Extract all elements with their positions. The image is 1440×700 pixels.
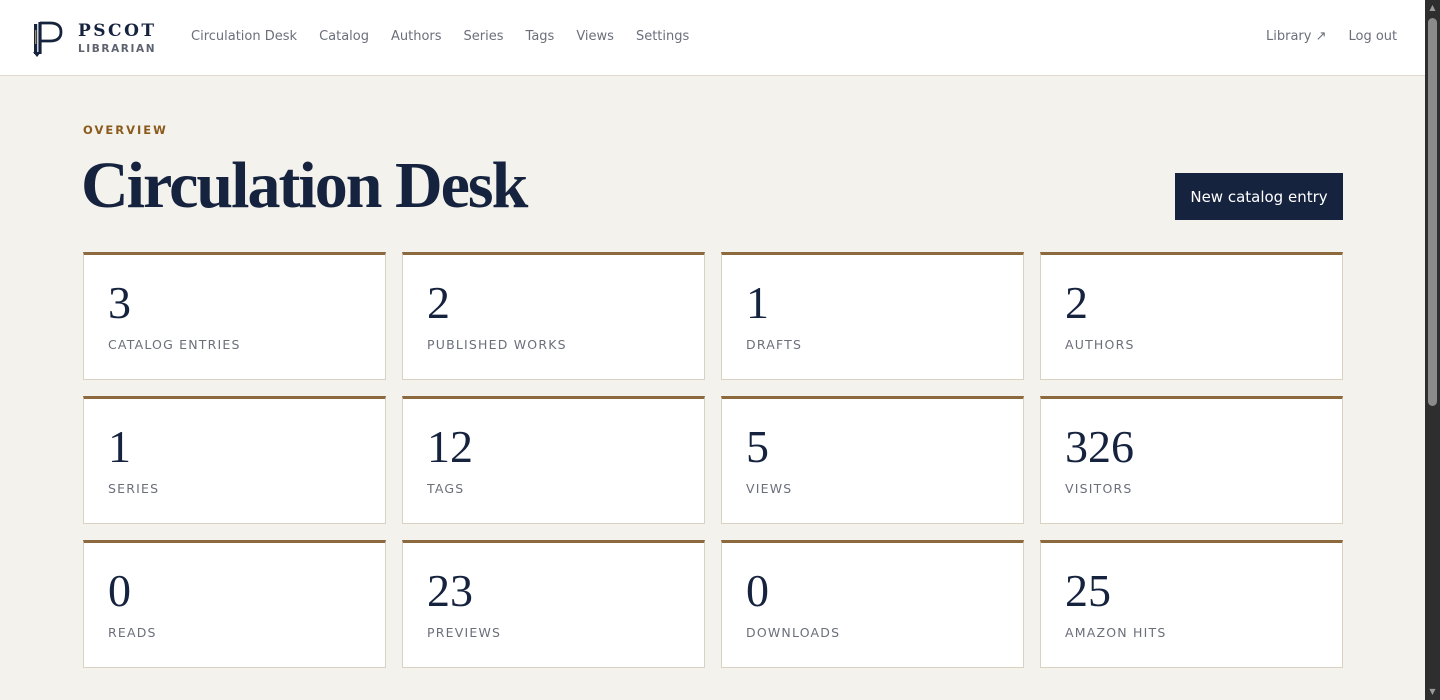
stat-label: DOWNLOADS xyxy=(746,625,841,640)
brand-subtitle: LIBRARIAN xyxy=(78,42,157,55)
stat-value: 326 xyxy=(1065,421,1134,472)
stat-label: PUBLISHED WORKS xyxy=(427,337,567,352)
page-title: Circulation Desk xyxy=(81,149,528,222)
stat-card-reads: 0 READS xyxy=(83,540,386,668)
stat-card-views: 5 VIEWS xyxy=(721,396,1024,524)
top-nav-bar: PSCOT LIBRARIAN Circulation Desk Catalog… xyxy=(0,0,1425,76)
nav-item-views[interactable]: Views xyxy=(576,28,614,46)
brand-name: PSCOT xyxy=(78,20,157,41)
stat-label: TAGS xyxy=(427,481,465,496)
stat-label: VIEWS xyxy=(746,481,793,496)
stat-value: 0 xyxy=(746,565,769,616)
logout-link[interactable]: Log out xyxy=(1348,28,1397,46)
stat-value: 12 xyxy=(427,421,473,472)
scrollbar-thumb[interactable] xyxy=(1428,18,1437,406)
stat-label: AUTHORS xyxy=(1065,337,1135,352)
nav-item-settings[interactable]: Settings xyxy=(636,28,689,46)
stat-value: 2 xyxy=(1065,277,1088,328)
nav-item-circulation-desk[interactable]: Circulation Desk xyxy=(191,28,297,46)
stat-card-series: 1 SERIES xyxy=(83,396,386,524)
stat-card-catalog-entries: 3 CATALOG ENTRIES xyxy=(83,252,386,380)
pen-nib-p-logo-icon xyxy=(33,21,63,57)
library-link[interactable]: Library ↗ xyxy=(1266,28,1326,46)
stat-value: 2 xyxy=(427,277,450,328)
scroll-down-arrow-icon[interactable]: ▼ xyxy=(1428,687,1437,697)
nav-item-tags[interactable]: Tags xyxy=(526,28,555,46)
page: PSCOT LIBRARIAN Circulation Desk Catalog… xyxy=(0,0,1440,700)
page-scrollbar[interactable]: ▲ ▼ xyxy=(1425,0,1440,700)
stat-label: PREVIEWS xyxy=(427,625,502,640)
account-nav: Library ↗ Log out xyxy=(1266,28,1397,46)
stat-label: SERIES xyxy=(108,481,160,496)
stat-card-published-works: 2 PUBLISHED WORKS xyxy=(402,252,705,380)
scroll-up-arrow-icon[interactable]: ▲ xyxy=(1428,3,1437,13)
stat-label: AMAZON HITS xyxy=(1065,625,1167,640)
stat-value: 1 xyxy=(746,277,769,328)
nav-item-series[interactable]: Series xyxy=(464,28,504,46)
stat-label: READS xyxy=(108,625,157,640)
brand[interactable]: PSCOT LIBRARIAN xyxy=(30,18,157,58)
stat-value: 3 xyxy=(108,277,131,328)
stat-label: CATALOG ENTRIES xyxy=(108,337,241,352)
stat-value: 5 xyxy=(746,421,769,472)
new-catalog-entry-button[interactable]: New catalog entry xyxy=(1175,173,1343,220)
stat-value: 1 xyxy=(108,421,131,472)
stat-label: VISITORS xyxy=(1065,481,1133,496)
stat-card-visitors: 326 VISITORS xyxy=(1040,396,1343,524)
stat-card-drafts: 1 DRAFTS xyxy=(721,252,1024,380)
stat-card-previews: 23 PREVIEWS xyxy=(402,540,705,668)
stat-card-downloads: 0 DOWNLOADS xyxy=(721,540,1024,668)
main-nav: Circulation Desk Catalog Authors Series … xyxy=(191,28,711,46)
nav-item-catalog[interactable]: Catalog xyxy=(319,28,369,46)
section-eyebrow: OVERVIEW xyxy=(83,123,168,137)
stat-value: 23 xyxy=(427,565,473,616)
stat-card-amazon-hits: 25 AMAZON HITS xyxy=(1040,540,1343,668)
nav-item-authors[interactable]: Authors xyxy=(391,28,442,46)
stat-label: DRAFTS xyxy=(746,337,803,352)
stat-value: 0 xyxy=(108,565,131,616)
stat-card-authors: 2 AUTHORS xyxy=(1040,252,1343,380)
stats-grid: 3 CATALOG ENTRIES 2 PUBLISHED WORKS 1 DR… xyxy=(83,252,1343,668)
stat-card-tags: 12 TAGS xyxy=(402,396,705,524)
stat-value: 25 xyxy=(1065,565,1111,616)
